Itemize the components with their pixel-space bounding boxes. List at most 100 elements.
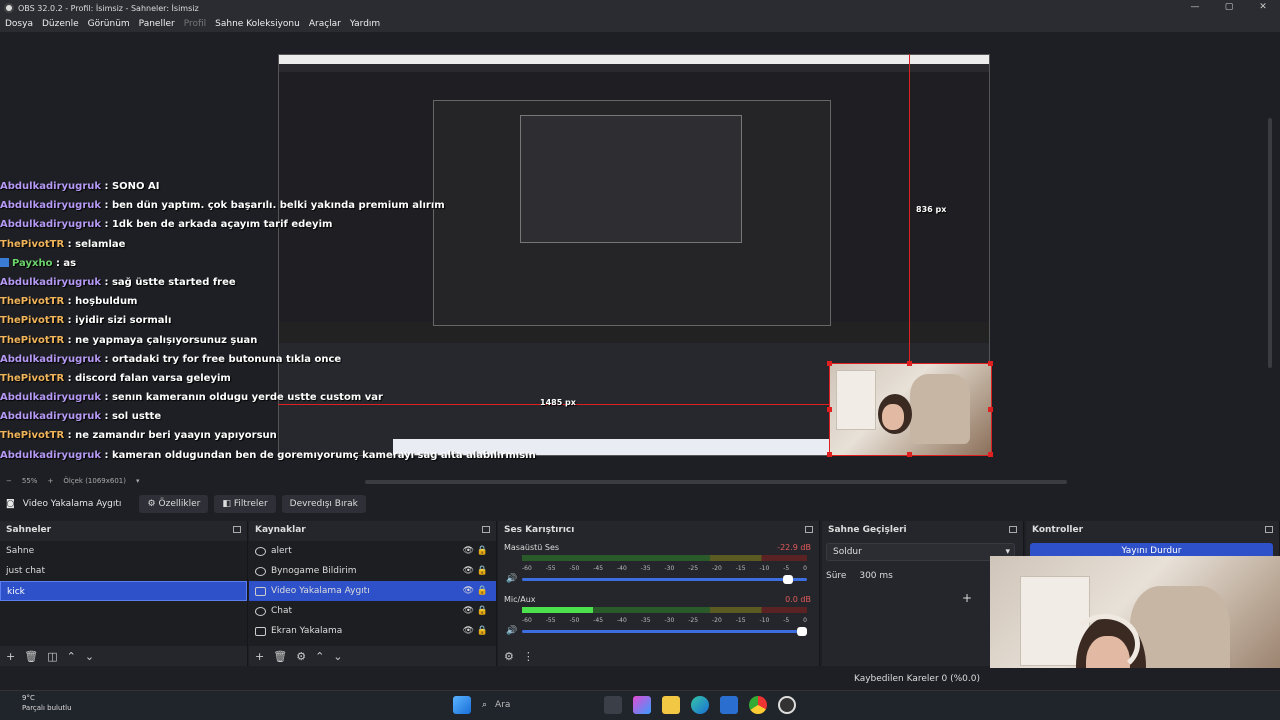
volume-knob[interactable] (782, 575, 793, 584)
lock-icon[interactable]: 🔒 (477, 566, 488, 576)
source-item[interactable]: Chat 👁 🔒 (249, 601, 496, 621)
trash-icon[interactable]: 🗑 (24, 650, 38, 663)
sources-toolbar: + 🗑 ⚙ ⌃ ⌄ (249, 646, 496, 666)
menu-scene-collection[interactable]: Sahne Koleksiyonu (215, 19, 300, 29)
deactivate-button[interactable]: Devredışı Bırak (281, 495, 366, 513)
zoom-in-button[interactable]: + (47, 477, 53, 485)
zoom-level[interactable]: 55% (22, 477, 38, 485)
nested-title (279, 55, 989, 64)
resize-handle-right[interactable] (988, 407, 993, 412)
scale-label[interactable]: Ölçek (1069x601) (63, 477, 126, 485)
add-scene-button[interactable]: + (6, 650, 15, 663)
windows-start-icon[interactable] (453, 696, 471, 714)
lock-icon[interactable]: 🔒 (477, 626, 488, 636)
chat-username: Abdulkadiryugruk (0, 449, 102, 461)
volume-slider[interactable] (522, 575, 807, 584)
eye-icon[interactable]: 👁 (463, 566, 474, 576)
taskbar-search[interactable]: ⌕ Ara (482, 695, 594, 715)
gear-icon[interactable]: ⚙ (504, 650, 514, 663)
resize-handle-tl[interactable] (827, 361, 832, 366)
weather-widget[interactable]: 9°C Parçalı bulutlu (22, 693, 72, 713)
eye-icon[interactable]: 👁 (463, 546, 474, 556)
menu-profile[interactable]: Profil (184, 19, 206, 29)
volume-knob[interactable] (797, 627, 807, 636)
nested-level-3 (520, 115, 742, 243)
folder-icon[interactable] (662, 696, 680, 714)
obs-taskbar-icon[interactable] (778, 696, 796, 714)
scene-filter-icon[interactable]: ◫ (47, 650, 57, 663)
lock-icon[interactable]: 🔒 (477, 586, 488, 596)
undock-icon[interactable] (1265, 526, 1273, 533)
scene-item[interactable]: just chat (0, 561, 247, 581)
track-db: 0.0 dB (785, 595, 811, 604)
trash-icon[interactable]: 🗑 (273, 650, 287, 663)
copilot-icon[interactable] (633, 696, 651, 714)
eye-icon[interactable]: 👁 (463, 626, 474, 636)
more-options-icon[interactable]: ⋮ (523, 650, 534, 663)
undock-icon[interactable] (233, 526, 241, 533)
source-label: Video Yakalama Aygıtı (271, 586, 370, 596)
undock-icon[interactable] (805, 526, 813, 533)
chat-text: : discord falan varsa geleyim (64, 372, 231, 384)
chevron-down-icon[interactable]: ▾ (136, 477, 140, 485)
scale-tick: -25 (688, 565, 699, 572)
undock-icon[interactable] (482, 526, 490, 533)
add-transition-button[interactable]: + (962, 591, 972, 605)
add-source-button[interactable]: + (255, 650, 264, 663)
chat-message: Abdulkadiryugruk : ben dün yaptım. çok b… (0, 196, 445, 215)
chat-text: : iyidir sizi sormalı (64, 315, 172, 327)
preview-horizontal-scrollbar[interactable] (365, 480, 1067, 484)
resize-handle-tr[interactable] (988, 361, 993, 366)
eye-icon[interactable]: 👁 (463, 606, 474, 616)
zoom-out-button[interactable]: − (6, 477, 12, 485)
volume-slider[interactable] (522, 627, 807, 636)
undock-icon[interactable] (1009, 526, 1017, 533)
eye-icon[interactable]: 👁 (463, 586, 474, 596)
move-up-icon[interactable]: ⌃ (315, 650, 324, 663)
store-icon[interactable] (720, 696, 738, 714)
duration-input[interactable]: 300 ms (859, 571, 893, 581)
close-button[interactable]: ✕ (1246, 0, 1280, 16)
scale-tick: -35 (640, 617, 651, 624)
chat-text: : SONO AI (101, 181, 160, 192)
transition-select[interactable]: Soldur ▾ (826, 543, 1015, 561)
lock-icon[interactable]: 🔒 (477, 546, 488, 556)
preview-vertical-scrollbar[interactable] (1268, 118, 1272, 368)
resize-handle-top[interactable] (907, 361, 912, 366)
filters-button[interactable]: ◧ Filtreler (214, 495, 276, 513)
edge-icon[interactable] (691, 696, 709, 714)
menu-docks[interactable]: Paneller (139, 19, 175, 29)
source-item[interactable]: Ekran Yakalama 👁 🔒 (249, 621, 496, 641)
menu-tools[interactable]: Araçlar (309, 19, 341, 29)
move-down-icon[interactable]: ⌄ (333, 650, 342, 663)
minimize-button[interactable]: — (1178, 0, 1212, 16)
title-bar: OBS 32.0.2 - Profil: İsimsiz - Sahneler:… (0, 0, 1280, 16)
menu-file[interactable]: Dosya (5, 19, 33, 29)
maximize-button[interactable]: ▢ (1212, 0, 1246, 16)
move-down-icon[interactable]: ⌄ (85, 650, 94, 663)
level-meter (522, 607, 807, 613)
menu-edit[interactable]: Düzenle (42, 19, 79, 29)
gear-icon[interactable]: ⚙ (296, 650, 306, 663)
properties-button[interactable]: ⚙ Özellikler (139, 495, 209, 513)
resize-handle-bl[interactable] (827, 452, 832, 457)
source-item[interactable]: alert 👁 🔒 (249, 541, 496, 561)
resize-handle-br[interactable] (988, 452, 993, 457)
taskview-icon[interactable] (604, 696, 622, 714)
source-item-selected[interactable]: Video Yakalama Aygıtı 👁 🔒 (249, 581, 496, 601)
scene-item-selected[interactable]: kick (0, 581, 247, 601)
scene-item[interactable]: Sahne (0, 541, 247, 561)
track-db: -22.9 dB (777, 543, 811, 552)
move-up-icon[interactable]: ⌃ (67, 650, 76, 663)
menu-help[interactable]: Yardım (350, 19, 380, 29)
chrome-icon[interactable] (749, 696, 767, 714)
resize-handle-bottom[interactable] (907, 452, 912, 457)
chat-username: ThePivotTR (0, 430, 65, 442)
chat-message: Payxho : as (0, 254, 390, 273)
speaker-icon[interactable]: 🔊 (506, 574, 517, 584)
resize-handle-left[interactable] (827, 407, 832, 412)
lock-icon[interactable]: 🔒 (477, 606, 488, 616)
source-item[interactable]: Bynogame Bildirim 👁 🔒 (249, 561, 496, 581)
menu-view[interactable]: Görünüm (88, 19, 130, 29)
speaker-icon[interactable]: 🔊 (506, 626, 517, 636)
